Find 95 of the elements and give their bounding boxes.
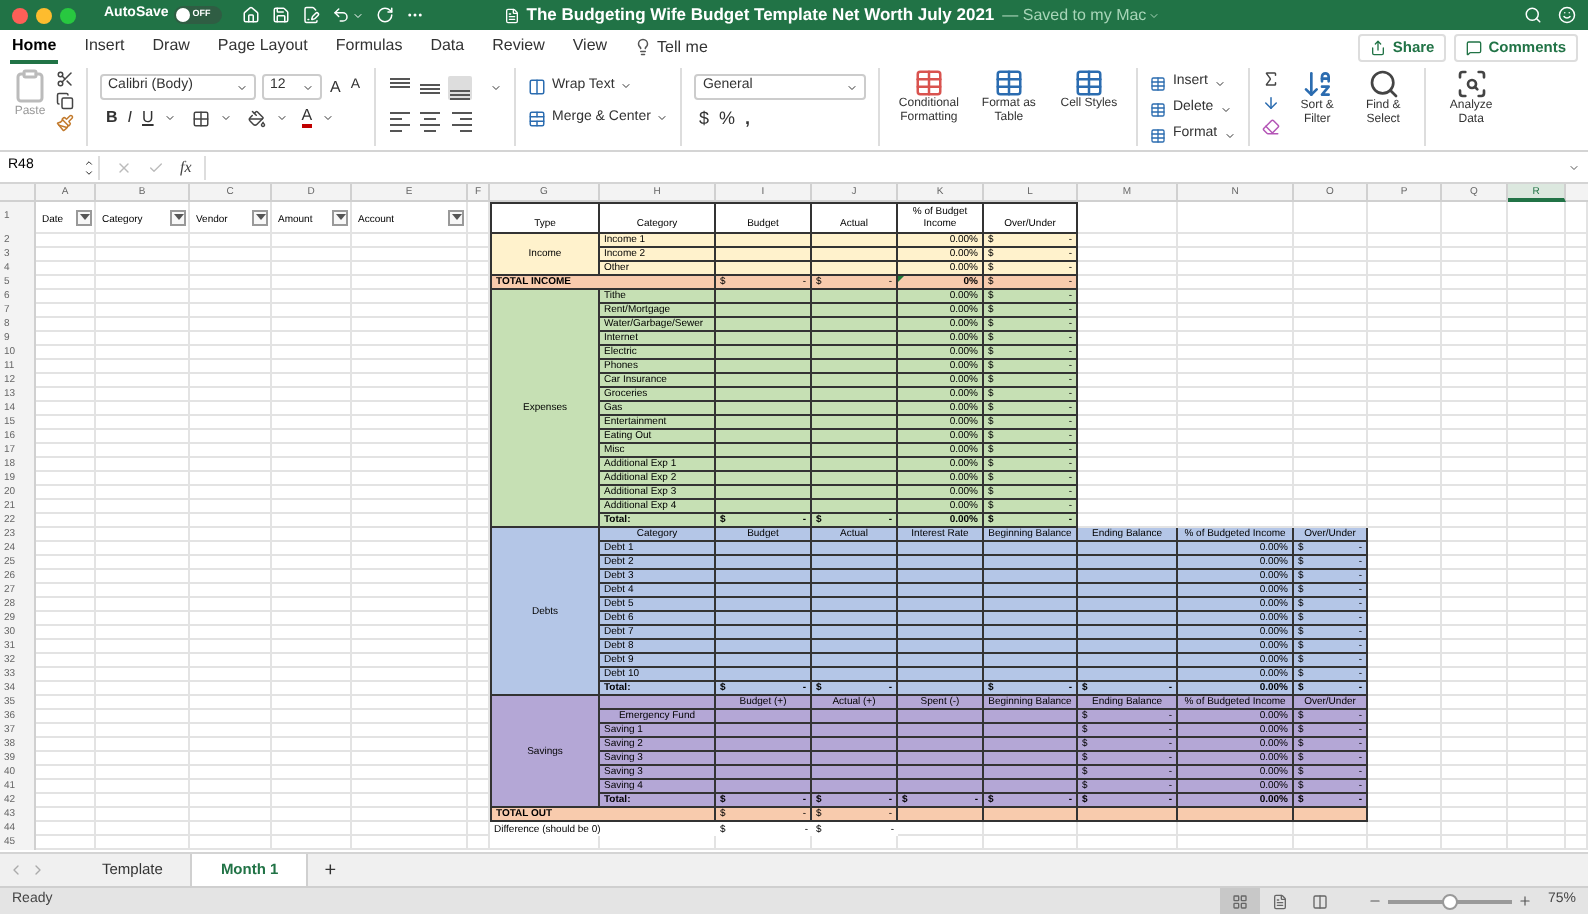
lightbulb-icon (633, 38, 652, 56)
align-center-icon[interactable] (418, 108, 443, 132)
caret-icon (1213, 77, 1226, 89)
cells-icon (1150, 101, 1167, 117)
slider-thumb[interactable] (1441, 893, 1458, 909)
number-style-button[interactable]: , (744, 106, 750, 133)
cells-icon (1150, 75, 1167, 91)
undo-icon[interactable] (332, 6, 351, 24)
zoom-button[interactable] (60, 7, 76, 23)
caret-icon (255, 214, 265, 220)
style-button[interactable]: U (142, 106, 154, 130)
filter-button[interactable] (76, 209, 92, 225)
number-style-button[interactable]: $ (698, 106, 709, 133)
enter-icon[interactable] (148, 159, 164, 175)
caret-icon (1223, 129, 1236, 141)
clipboard-icon (12, 68, 48, 104)
caret-icon (236, 81, 248, 93)
add-sheet-button[interactable]: + (308, 854, 353, 886)
caret-icon (335, 214, 345, 220)
autosum-icon[interactable] (1261, 70, 1280, 88)
menu-tab[interactable]: Data (428, 30, 467, 64)
caret-icon (1219, 103, 1232, 115)
column-header[interactable] (1566, 184, 1588, 202)
style-button[interactable]: I (127, 106, 133, 130)
caret-icon[interactable] (490, 82, 503, 94)
search-icon[interactable] (1524, 6, 1542, 24)
caret-icon (173, 214, 183, 220)
fill-color-icon[interactable] (247, 109, 266, 127)
caret-icon[interactable] (352, 9, 365, 21)
caret-icon (1148, 9, 1161, 21)
align-left-icon[interactable] (388, 108, 413, 132)
share-icon (1370, 39, 1387, 55)
search-icon (1367, 68, 1400, 100)
caret-icon (302, 81, 314, 93)
caret-icon[interactable] (163, 112, 176, 124)
scissors-icon[interactable] (56, 70, 74, 88)
menu-tab[interactable]: Review (490, 30, 547, 64)
cancel-icon[interactable] (116, 159, 132, 175)
comment-icon (1466, 39, 1483, 55)
fill-icon[interactable] (1261, 94, 1280, 112)
number-style-button[interactable]: % (718, 106, 735, 133)
view-icon (1271, 893, 1288, 909)
table-style-icon (993, 68, 1024, 98)
smiley-icon[interactable] (1558, 6, 1576, 24)
home-icon[interactable] (242, 6, 261, 24)
cells-icon (1150, 127, 1167, 143)
document-icon (504, 7, 521, 23)
close-window-button[interactable] (12, 7, 28, 23)
redo-icon[interactable] (376, 6, 395, 24)
zoom-out-icon[interactable] (1367, 894, 1382, 908)
save-icon[interactable] (272, 6, 291, 24)
filter-button[interactable] (448, 209, 464, 225)
view-icon (1311, 893, 1328, 909)
table-style-icon (1073, 68, 1104, 98)
caret-icon (656, 112, 669, 124)
menu-tab[interactable]: Draw (150, 30, 192, 64)
analyze-icon (1455, 68, 1488, 100)
menu-tab[interactable]: Insert (82, 30, 127, 64)
font-color-button[interactable]: A (301, 108, 313, 128)
select-all-button[interactable] (0, 184, 36, 202)
style-button[interactable]: B (106, 106, 118, 130)
grow-font-button[interactable]: A (328, 75, 343, 99)
sort-icon (1301, 68, 1334, 100)
menu-tab[interactable]: Formulas (333, 30, 405, 64)
spin-up-icon (84, 157, 94, 167)
menu-tab[interactable]: View (570, 30, 610, 64)
next-sheet-icon[interactable] (30, 862, 46, 878)
edit-icon[interactable] (302, 6, 321, 24)
borders-icon[interactable] (191, 109, 210, 127)
spin-down-icon (84, 167, 94, 177)
filter-button[interactable] (170, 209, 186, 225)
caret-icon[interactable] (219, 112, 232, 124)
caret-icon[interactable] (322, 112, 335, 124)
menu-tab[interactable]: Page Layout (215, 30, 310, 64)
filter-button[interactable] (332, 209, 348, 225)
view-icon (1231, 893, 1248, 909)
align-right-icon[interactable] (448, 108, 473, 132)
caret-icon (620, 80, 633, 92)
filter-button[interactable] (252, 209, 268, 225)
save-status[interactable]: — Saved to my Mac (1002, 3, 1147, 27)
eraser-icon[interactable] (1261, 118, 1280, 136)
zoom-in-icon[interactable] (1517, 894, 1532, 908)
tell-me-field[interactable]: Tell me (657, 30, 708, 64)
caret-icon[interactable] (275, 112, 288, 124)
copy-icon[interactable] (56, 92, 74, 110)
caret-icon (79, 214, 89, 220)
insert-function-button[interactable]: fx (180, 155, 192, 179)
previous-sheet-icon[interactable] (8, 862, 24, 878)
view-button[interactable] (1219, 888, 1260, 914)
caret-icon (451, 214, 461, 220)
minimize-button[interactable] (36, 7, 52, 23)
caret-icon (846, 81, 859, 93)
table-style-icon (913, 68, 944, 98)
expand-icon[interactable] (1568, 161, 1580, 173)
window-title: The Budgeting Wife Budget Template Net Worth July 2021 (526, 2, 995, 28)
